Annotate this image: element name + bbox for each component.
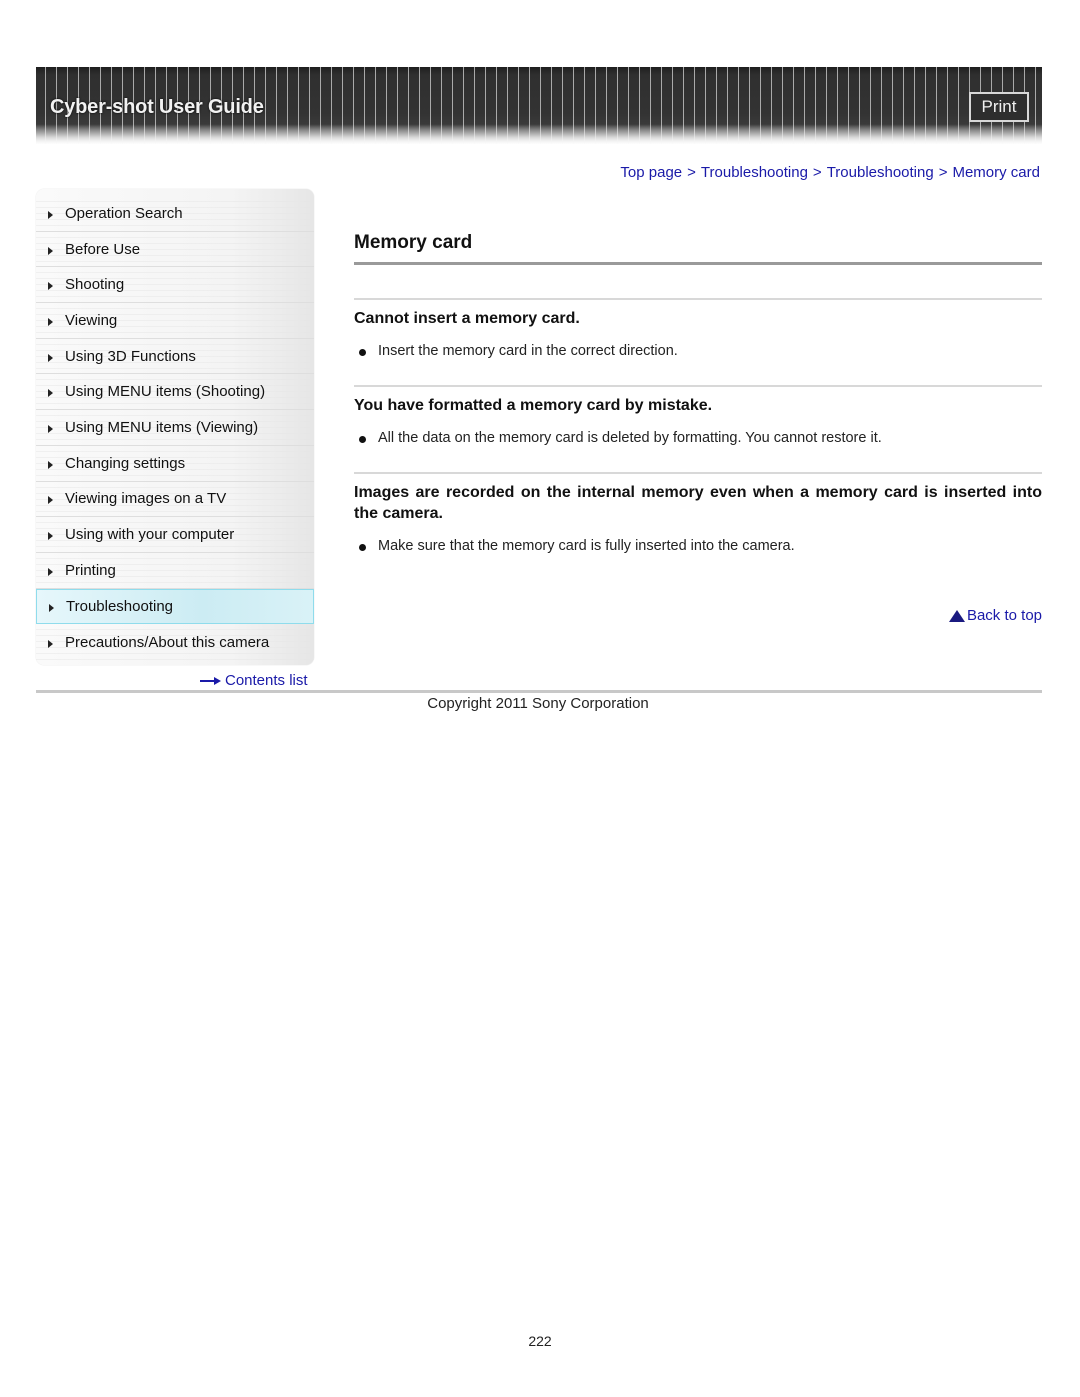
- contents-list-link[interactable]: Contents list: [200, 672, 308, 689]
- sidebar-item-label: Using MENU items (Viewing): [65, 418, 259, 436]
- sidebar-item-label: Shooting: [65, 276, 125, 294]
- bullet-item: All the data on the memory card is delet…: [354, 430, 1042, 446]
- sidebar-item-menu-viewing[interactable]: Using MENU items (Viewing): [36, 410, 314, 446]
- sidebar-item-label: Printing: [65, 561, 116, 579]
- sidebar-item-label: Using with your computer: [65, 526, 235, 544]
- sidebar-item-shooting[interactable]: Shooting: [36, 267, 314, 304]
- back-to-top-label: Back to top: [966, 607, 1042, 624]
- breadcrumb-separator: >: [687, 164, 696, 181]
- guide-title: Cyber-shot User Guide: [50, 96, 264, 118]
- triangle-right-icon: [48, 246, 53, 255]
- arrow-right-icon: [200, 676, 222, 686]
- back-to-top-link[interactable]: Back to top: [948, 607, 1042, 624]
- sidebar-item-label: Precautions/About this camera: [65, 633, 270, 651]
- sidebar-item-label: Changing settings: [65, 454, 186, 472]
- breadcrumb-troubleshooting-1[interactable]: Troubleshooting: [701, 164, 808, 181]
- triangle-right-icon: [48, 639, 53, 648]
- header-banner: Cyber-shot User Guide Print: [36, 67, 1042, 144]
- sidebar-item-label: Using 3D Functions: [65, 347, 196, 365]
- breadcrumb-separator: >: [938, 164, 948, 181]
- bullet-text: Insert the memory card in the correct di…: [378, 343, 678, 359]
- bullet-icon: [359, 544, 366, 551]
- main-content: Memory card Cannot insert a memory card.…: [354, 230, 1042, 554]
- sidebar-item-label: Viewing images on a TV: [65, 490, 227, 508]
- sidebar-item-viewing[interactable]: Viewing: [36, 303, 314, 339]
- triangle-right-icon: [48, 567, 53, 576]
- bullet-icon: [359, 349, 366, 356]
- contents-list-label: Contents list: [225, 672, 308, 689]
- sidebar-item-label: Viewing: [65, 311, 118, 329]
- title-divider: [354, 262, 1042, 265]
- bullet-text: All the data on the memory card is delet…: [378, 430, 882, 446]
- triangle-up-icon: [948, 609, 965, 622]
- breadcrumb-separator: >: [812, 164, 822, 181]
- sidebar-item-label: Operation Search: [65, 204, 183, 222]
- breadcrumb-memory-card[interactable]: Memory card: [952, 164, 1040, 181]
- sidebar-item-precautions[interactable]: Precautions/About this camera: [36, 624, 314, 660]
- section-divider: [354, 298, 1042, 300]
- section-formatted-by-mistake: You have formatted a memory card by mist…: [354, 385, 1042, 446]
- sidebar-item-troubleshooting[interactable]: Troubleshooting: [36, 588, 314, 625]
- sidebar-item-using-3d-functions[interactable]: Using 3D Functions: [36, 338, 314, 375]
- triangle-right-icon: [48, 210, 53, 219]
- sidebar-item-menu-shooting[interactable]: Using MENU items (Shooting): [36, 374, 314, 411]
- triangle-right-icon: [48, 496, 53, 505]
- sidebar-item-printing[interactable]: Printing: [36, 552, 314, 589]
- section-heading: Images are recorded on the internal memo…: [354, 484, 1042, 522]
- copyright-text: Copyright 2011 Sony Corporation: [427, 695, 649, 712]
- footer-divider: [36, 690, 1042, 693]
- bullet-icon: [359, 436, 366, 443]
- breadcrumb-troubleshooting-2[interactable]: Troubleshooting: [827, 164, 934, 181]
- triangle-right-icon: [48, 353, 53, 362]
- sidebar-nav: Operation Search Before Use Shooting Vie…: [36, 189, 314, 665]
- sidebar-item-viewing-on-tv[interactable]: Viewing images on a TV: [36, 481, 314, 518]
- page-title: Memory card: [354, 232, 473, 253]
- triangle-right-icon: [48, 389, 53, 398]
- triangle-right-icon: [48, 532, 53, 541]
- triangle-right-icon: [48, 282, 53, 291]
- sidebar-item-label: Using MENU items (Shooting): [65, 383, 266, 401]
- breadcrumb-top-page[interactable]: Top page: [620, 164, 682, 181]
- bullet-item: Insert the memory card in the correct di…: [354, 343, 1042, 359]
- sidebar-item-label: Troubleshooting: [66, 597, 174, 615]
- sidebar-item-changing-settings[interactable]: Changing settings: [36, 445, 314, 482]
- triangle-right-icon: [48, 317, 53, 326]
- section-divider: [354, 472, 1042, 474]
- sidebar-item-label: Before Use: [65, 240, 141, 258]
- sidebar-item-operation-search[interactable]: Operation Search: [36, 196, 314, 232]
- triangle-right-icon: [48, 460, 53, 469]
- bullet-text: Make sure that the memory card is fully …: [378, 538, 795, 554]
- page-number: 222: [528, 1333, 552, 1349]
- section-internal-memory: Images are recorded on the internal memo…: [354, 472, 1042, 554]
- triangle-right-icon: [48, 424, 53, 433]
- sidebar-item-before-use[interactable]: Before Use: [36, 231, 314, 268]
- section-heading: Cannot insert a memory card.: [354, 310, 580, 327]
- sidebar-item-using-with-computer[interactable]: Using with your computer: [36, 517, 314, 553]
- breadcrumb: Top page > Troubleshooting > Troubleshooting…: [620, 164, 1040, 181]
- section-divider: [354, 385, 1042, 387]
- triangle-right-icon: [49, 603, 54, 612]
- print-button[interactable]: Print: [969, 92, 1029, 122]
- section-heading: You have formatted a memory card by mist…: [354, 397, 713, 414]
- bullet-item: Make sure that the memory card is fully …: [354, 538, 1042, 554]
- section-cannot-insert: Cannot insert a memory card. Insert the …: [354, 298, 1042, 359]
